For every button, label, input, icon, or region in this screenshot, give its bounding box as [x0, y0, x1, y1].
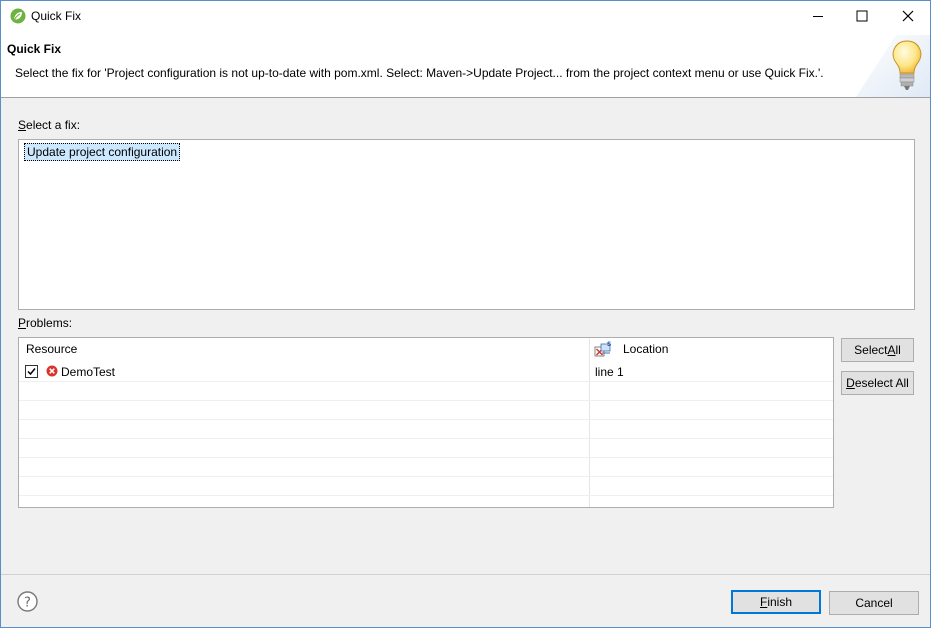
- resource-cell: DemoTest: [61, 365, 116, 379]
- help-icon[interactable]: ?: [17, 591, 38, 612]
- select-all-button[interactable]: Select All: [841, 338, 914, 362]
- row-divider: [19, 419, 833, 420]
- maximize-button[interactable]: [839, 1, 885, 31]
- problems-table[interactable]: Resource S Location DemoTest line 1: [18, 337, 834, 508]
- row-divider: [19, 457, 833, 458]
- title-bar: Quick Fix: [1, 1, 930, 31]
- maximize-icon: [856, 10, 868, 22]
- column-header-location[interactable]: Location: [623, 342, 668, 356]
- error-icon: [46, 365, 58, 377]
- close-icon: [902, 10, 914, 22]
- location-icon: S: [594, 341, 611, 357]
- fix-item-update-project-configuration[interactable]: Update project configuration: [24, 143, 181, 161]
- resource-checkbox[interactable]: [25, 365, 38, 378]
- banner-title: Quick Fix: [7, 42, 62, 56]
- fix-list[interactable]: Update project configuration: [18, 139, 915, 310]
- header-banner: Quick Fix Select the fix for 'Project co…: [1, 31, 930, 98]
- deselect-all-button[interactable]: Deselect All: [841, 371, 914, 395]
- svg-text:?: ?: [24, 596, 31, 611]
- minimize-button[interactable]: [795, 1, 841, 31]
- quick-fix-dialog: Quick Fix Quick Fix Select the fix for '…: [0, 0, 931, 628]
- row-divider: [19, 400, 833, 401]
- svg-text:S: S: [607, 341, 611, 348]
- row-divider: [19, 381, 833, 382]
- row-divider: [19, 438, 833, 439]
- close-button[interactable]: [885, 1, 931, 31]
- window-title: Quick Fix: [31, 9, 82, 23]
- banner-message: Select the fix for 'Project configuratio…: [15, 66, 824, 80]
- checkmark-icon: [27, 368, 36, 376]
- lightbulb-icon: [856, 35, 930, 97]
- spring-leaf-icon: [10, 8, 26, 24]
- row-divider: [19, 495, 833, 496]
- cancel-button[interactable]: Cancel: [829, 591, 919, 615]
- footer-separator: [1, 574, 930, 575]
- row-divider: [19, 476, 833, 477]
- column-header-resource[interactable]: Resource: [26, 342, 77, 356]
- problems-label: Problems:: [18, 316, 73, 330]
- location-cell: line 1: [595, 365, 624, 379]
- finish-button[interactable]: Finish: [731, 590, 821, 614]
- select-fix-label: Select a fix:: [18, 118, 81, 132]
- column-separator: [589, 338, 590, 507]
- minimize-icon: [813, 16, 823, 17]
